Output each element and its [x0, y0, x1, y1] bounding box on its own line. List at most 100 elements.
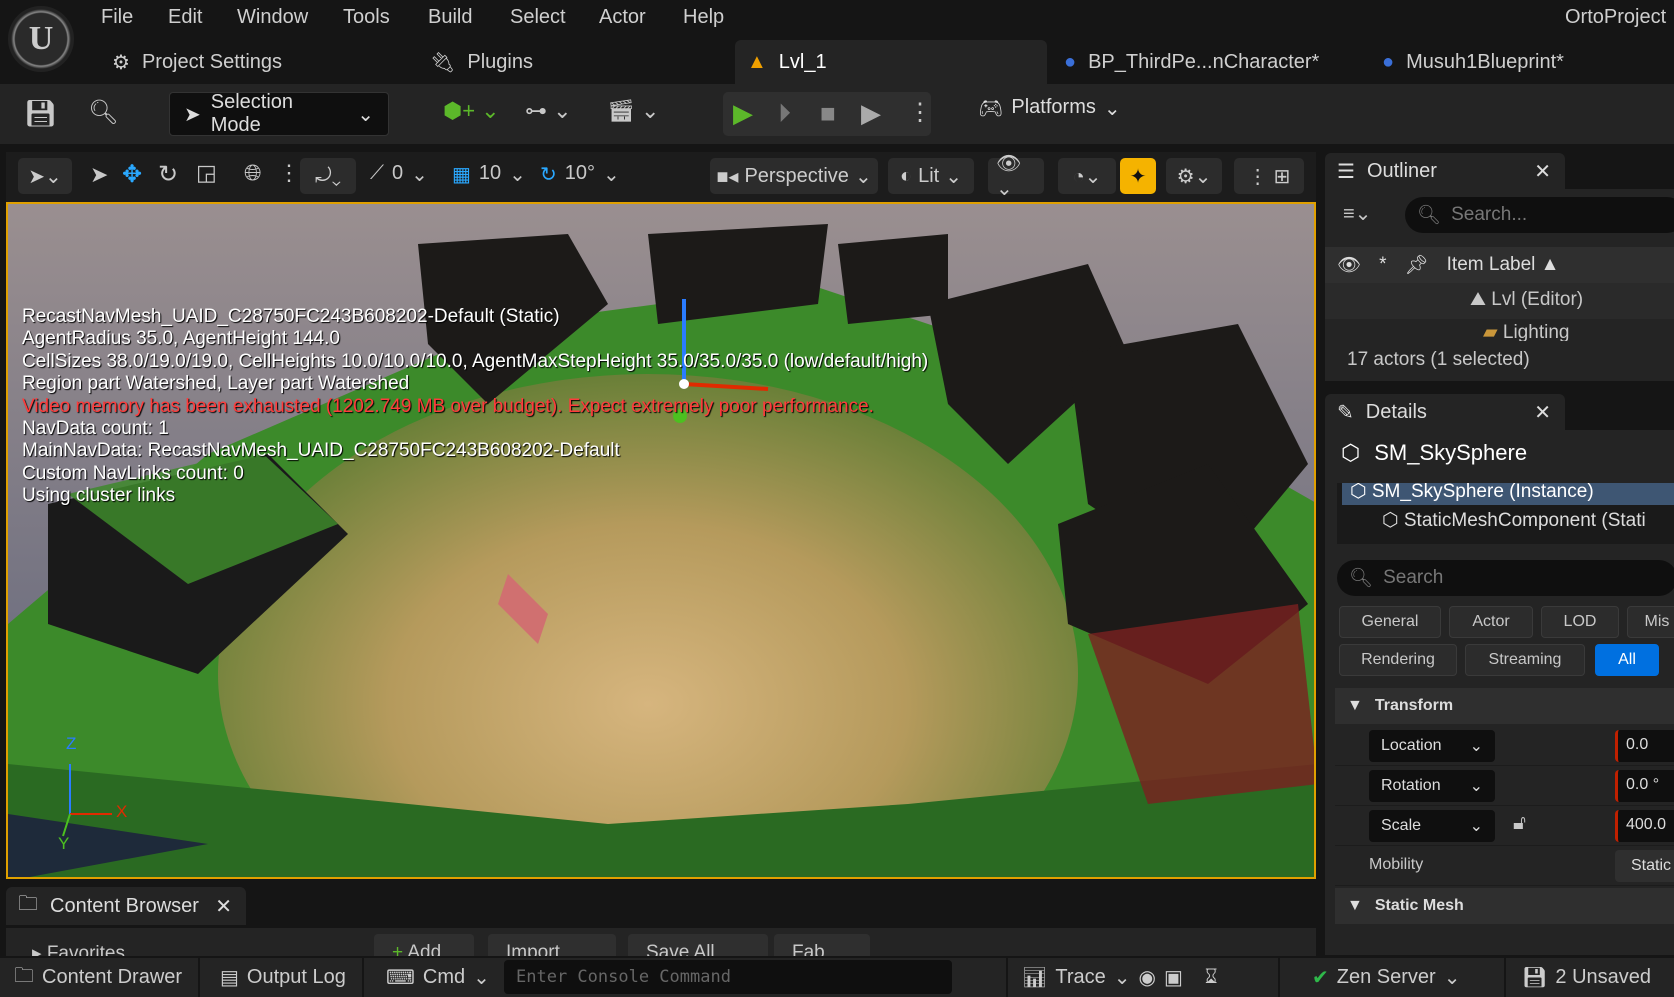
play-icon[interactable]: ▶ — [733, 98, 753, 129]
filter-all[interactable]: All — [1595, 644, 1659, 676]
menu-help[interactable]: Help — [683, 6, 724, 29]
outliner-item-lighting[interactable]: ▰ Lighting — [1325, 321, 1674, 341]
menu-file[interactable]: File — [101, 6, 133, 29]
filter-general[interactable]: General — [1339, 606, 1441, 638]
tab-lvl-1[interactable]: ▲ Lvl_1 — [735, 40, 1047, 84]
performance-dropdown[interactable]: ◔⌄ — [1058, 158, 1116, 194]
location-x-field[interactable]: 0.0 — [1615, 730, 1674, 762]
add-button[interactable]: + Add — [374, 934, 474, 956]
pin-icon[interactable]: 📌︎ — [1405, 253, 1429, 277]
more-icon[interactable]: ⋮ — [278, 160, 300, 186]
location-dropdown[interactable]: Location ⌄ — [1369, 730, 1495, 762]
translate-snap[interactable]: ⟋ 0 ⌄ — [370, 162, 428, 187]
scale-row: Scale ⌄ 🔓︎ 400.0 — [1335, 806, 1674, 846]
eye-icon[interactable]: 👁︎ — [1337, 253, 1361, 277]
cinematics-icon[interactable]: 🎬︎ ⌄ — [607, 98, 659, 124]
outliner-search-input[interactable]: 🔍︎ Search... — [1405, 197, 1674, 233]
platforms-button[interactable]: 🎮︎ Platforms ⌄ — [978, 96, 1121, 121]
outliner-tab[interactable]: ☰ Outliner ✕ — [1325, 153, 1565, 189]
output-log-button[interactable]: ▤ Output Log — [206, 958, 364, 997]
tab-bp-third-person[interactable]: ● BP_ThirdPe...nCharacter* — [1052, 40, 1352, 84]
unreal-logo[interactable]: U — [8, 6, 74, 72]
component-instance[interactable]: ⬡ SM_SkySphere (Instance) — [1342, 483, 1674, 505]
record-icon[interactable]: ◉ — [1139, 965, 1156, 990]
section-title: Static Mesh — [1374, 897, 1464, 914]
more-icon[interactable]: ⋮ — [908, 98, 932, 127]
translate-icon[interactable]: ✥ — [122, 160, 142, 189]
perspective-dropdown[interactable]: ■◂ Perspective ⌄ — [710, 158, 878, 194]
snap-value: 0 — [392, 162, 404, 184]
save-all-button[interactable]: Save All — [628, 934, 768, 956]
scale-x-field[interactable]: 400.0 — [1615, 810, 1674, 842]
add-actor-icon[interactable]: ⬢+ ⌄ — [443, 98, 500, 124]
menu-build[interactable]: Build — [428, 6, 472, 29]
stop-icon[interactable]: ■ — [820, 98, 836, 129]
scale-dropdown[interactable]: Scale ⌄ — [1369, 810, 1495, 842]
content-drawer-button[interactable]: 🗀 Content Drawer — [0, 958, 200, 997]
content-browser-tab[interactable]: 🗀 Content Browser ✕ — [6, 887, 246, 925]
import-button[interactable]: Import — [488, 934, 616, 956]
transform-section[interactable]: ▼ Transform — [1335, 688, 1674, 724]
surface-snap-button[interactable]: ⤾⌄ — [300, 158, 356, 194]
filter-rendering[interactable]: Rendering — [1339, 644, 1457, 676]
menu-window[interactable]: Window — [237, 6, 308, 29]
blueprint-menu-icon[interactable]: ⊶ ⌄ — [525, 98, 572, 124]
show-dropdown[interactable]: 👁︎⌄ — [988, 153, 1044, 200]
viewport-settings-dropdown[interactable]: ⚙⌄ — [1166, 158, 1222, 194]
menu-edit[interactable]: Edit — [168, 6, 202, 29]
eject-icon[interactable]: ▶ — [861, 98, 881, 129]
filter-misc[interactable]: Mis — [1627, 606, 1674, 638]
unlock-icon[interactable]: 🔓︎ — [1513, 812, 1526, 835]
snapshot-icon[interactable]: ▣ — [1164, 965, 1183, 990]
filter-icon[interactable]: ≡⌄ — [1343, 201, 1371, 226]
close-icon[interactable]: ✕ — [1534, 159, 1551, 184]
layout-controls[interactable]: ⋮ ⊞ — [1234, 158, 1304, 194]
overlay-line: Region part Watershed, Layer part Waters… — [22, 373, 410, 395]
rotation-snap[interactable]: ↻ 10° ⌄ — [540, 162, 620, 187]
select-icon[interactable]: ➤ — [90, 162, 108, 188]
outliner-item-lvl[interactable]: ⛰︎ Lvl (Editor) — [1325, 283, 1674, 319]
menu-select[interactable]: Select — [510, 6, 566, 29]
browse-icon[interactable]: 🔍︎ — [88, 98, 118, 127]
details-tab[interactable]: ✎ Details ✕ — [1325, 394, 1565, 430]
filter-actor[interactable]: Actor — [1449, 606, 1533, 638]
details-search-input[interactable]: 🔍︎ Search — [1337, 560, 1674, 596]
cmd-dropdown[interactable]: ⌨︎ Cmd ⌄ — [372, 958, 502, 997]
menu-tools[interactable]: Tools — [343, 6, 390, 29]
rotate-icon[interactable]: ↻ — [158, 160, 178, 189]
tab-musuh1-blueprint[interactable]: ● Musuh1Blueprint* — [1370, 40, 1670, 84]
item-label-column[interactable]: Item Label ▲ — [1447, 254, 1560, 276]
static-mesh-component[interactable]: ⬡ StaticMeshComponent (Stati — [1382, 509, 1646, 532]
fab-button[interactable]: Fab — [774, 934, 870, 956]
lit-dropdown[interactable]: ◐ Lit ⌄ — [888, 158, 974, 194]
close-icon[interactable]: ✕ — [215, 894, 232, 919]
rotation-x-field[interactable]: 0.0 ° — [1615, 770, 1674, 802]
rotation-dropdown[interactable]: Rotation ⌄ — [1369, 770, 1495, 802]
menu-actor[interactable]: Actor — [599, 6, 646, 29]
favorites-header[interactable]: ▸ Favorites — [32, 942, 125, 956]
close-icon[interactable]: ✕ — [1534, 400, 1551, 425]
scale-icon[interactable]: ◲ — [196, 160, 217, 186]
select-mode-button[interactable]: ➤⌄ — [18, 158, 72, 194]
main-toolbar: 💾︎ 🔍︎ ➤ Selection Mode ⌄ ⬢+ ⌄ ⊶ ⌄ 🎬︎ ⌄ ▶ ⏵… — [0, 84, 1674, 144]
unsaved-button[interactable]: 💾︎ 2 Unsaved — [1508, 958, 1674, 997]
filter-streaming[interactable]: Streaming — [1465, 644, 1585, 676]
level-viewport[interactable]: Z X Y RecastNavMesh_UAID_C28750FC243B608… — [6, 202, 1316, 879]
hourglass-icon[interactable]: ⌛︎ — [1205, 966, 1218, 989]
trace-dropdown[interactable]: 📊︎ Trace ⌄ ◉ ▣ ⌛︎ — [1006, 958, 1280, 997]
static-mesh-section[interactable]: ▼ Static Mesh — [1335, 888, 1674, 924]
zen-server-dropdown[interactable]: ✔ Zen Server ⌄ — [1298, 958, 1506, 997]
globe-icon[interactable]: 🌐︎ — [244, 160, 262, 186]
realtime-toggle[interactable]: ✦ — [1120, 158, 1156, 194]
tab-project-settings[interactable]: ⚙ Project Settings — [100, 40, 400, 84]
step-icon[interactable]: ⏵ — [778, 98, 791, 130]
filter-lod[interactable]: LOD — [1541, 606, 1619, 638]
asterisk-icon[interactable]: * — [1379, 254, 1386, 276]
tab-plugins[interactable]: 🔌︎ Plugins — [418, 40, 718, 84]
grid-icon: ▦ — [452, 164, 471, 186]
console-command-input[interactable]: Enter Console Command — [504, 960, 952, 994]
grid-snap[interactable]: ▦ 10 ⌄ — [452, 162, 526, 187]
mobility-static-button[interactable]: Static — [1615, 850, 1674, 882]
selection-mode-dropdown[interactable]: ➤ Selection Mode ⌄ — [169, 91, 389, 136]
save-icon[interactable]: 💾︎ — [24, 98, 57, 129]
